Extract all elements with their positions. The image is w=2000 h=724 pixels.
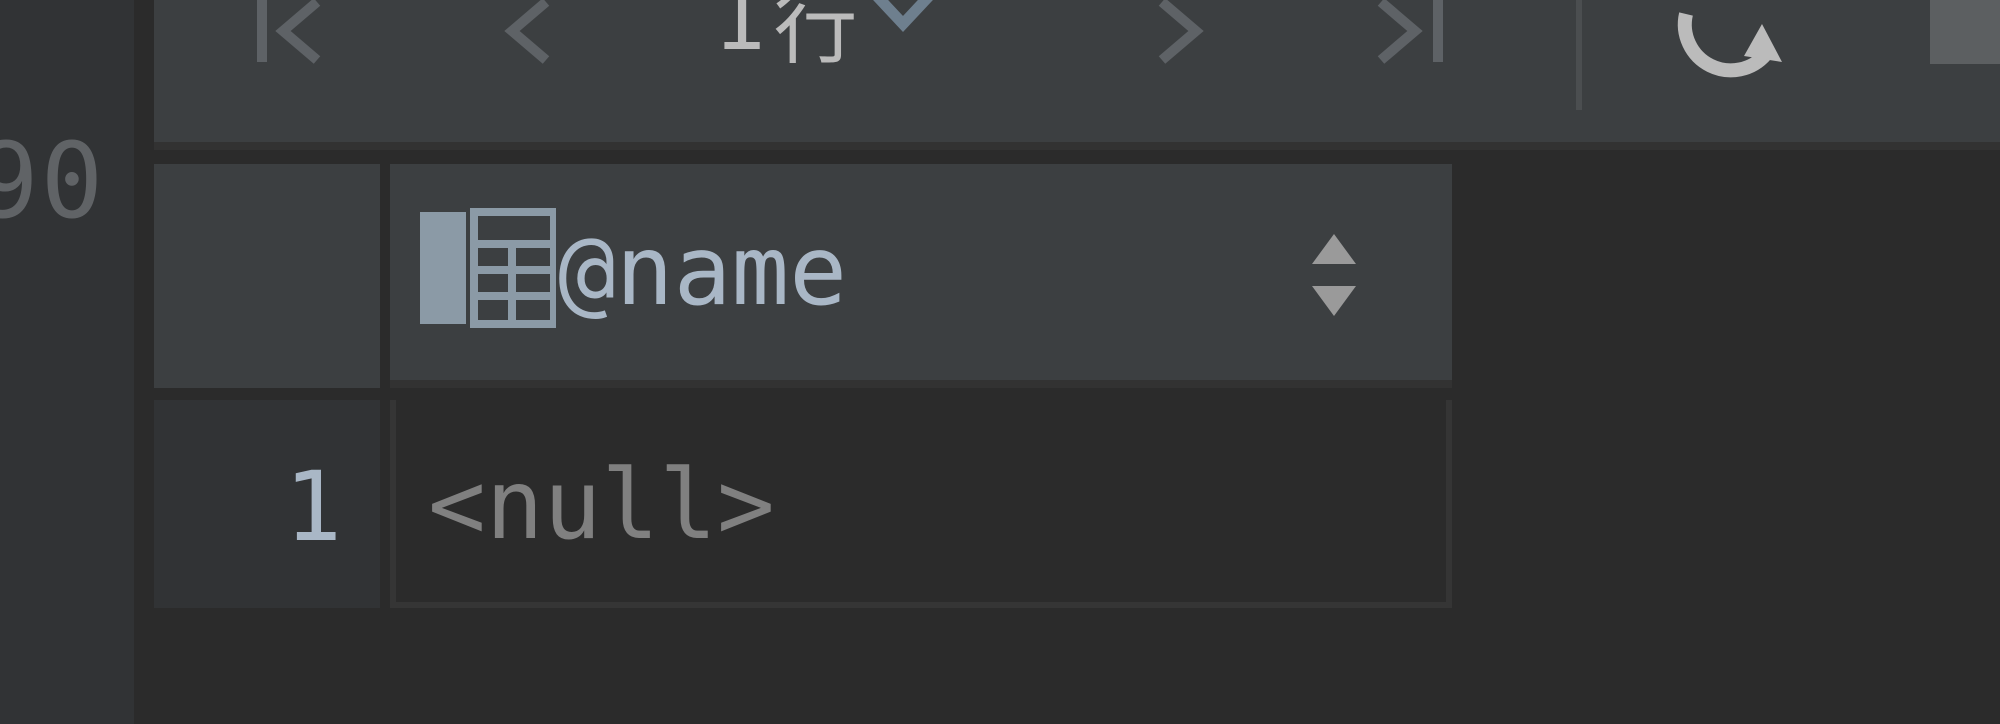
editor-line-number: 90	[0, 120, 106, 242]
first-page-button[interactable]	[234, 0, 344, 80]
grid-corner-cell	[154, 164, 380, 388]
next-page-button[interactable]	[1134, 0, 1224, 80]
sort-arrows-icon[interactable]	[1304, 230, 1364, 324]
column-header[interactable]: @name	[390, 164, 1452, 388]
row-count-dropdown[interactable]: 1 行	[714, 0, 943, 76]
table-cell[interactable]: <null>	[390, 400, 1452, 608]
chevron-left-icon	[494, 0, 564, 80]
null-value: <null>	[428, 449, 775, 561]
row-number: 1	[284, 451, 342, 563]
editor-gutter: 90	[0, 0, 144, 724]
database-console-result-view: 90 1 行 @name 1 <null>	[0, 0, 2000, 724]
column-name: @name	[558, 215, 847, 327]
last-page-icon	[1359, 0, 1459, 80]
stop-icon[interactable]	[1930, 0, 2000, 64]
row-count-unit: 行	[773, 0, 858, 76]
toolbar-separator	[1576, 0, 1582, 110]
refresh-button[interactable]	[1666, 0, 1796, 88]
refresh-icon	[1666, 12, 1796, 88]
chevron-right-icon	[1144, 0, 1214, 80]
column-table-icon	[420, 208, 558, 332]
chevron-down-icon	[863, 0, 943, 70]
first-page-icon	[239, 0, 339, 80]
row-count-value: 1	[714, 0, 768, 69]
last-page-button[interactable]	[1354, 0, 1464, 80]
result-toolbar: 1 行	[154, 0, 2000, 150]
row-number-cell[interactable]: 1	[154, 400, 380, 608]
previous-page-button[interactable]	[484, 0, 574, 80]
